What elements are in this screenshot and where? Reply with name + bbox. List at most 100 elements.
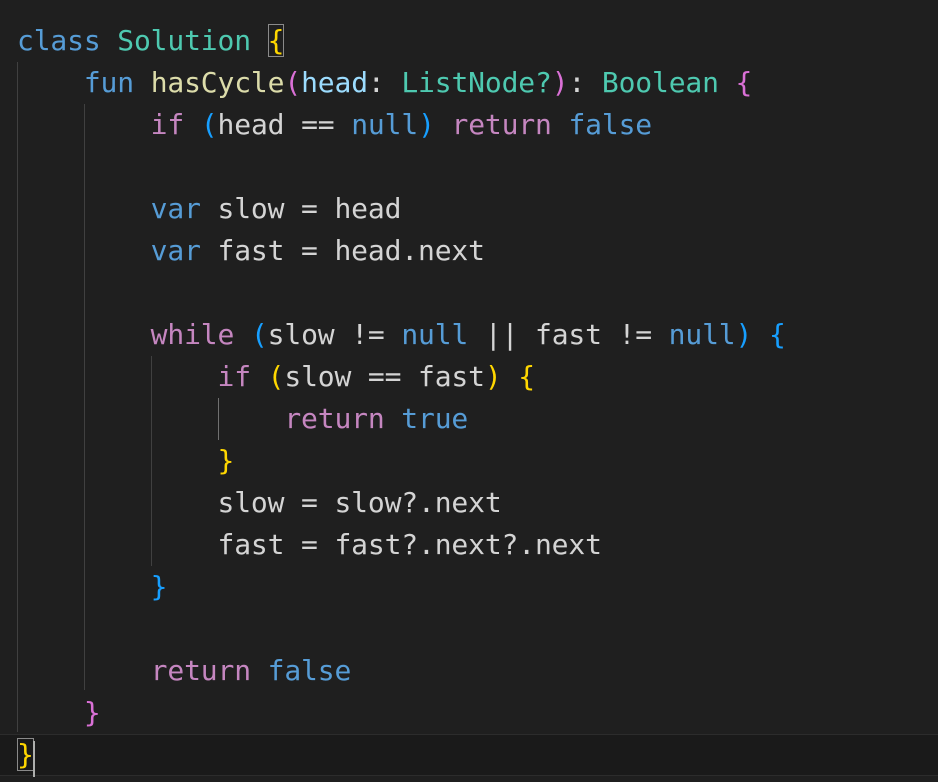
code-line-13[interactable]: fast = fast?.next?.next — [0, 524, 938, 566]
code-token: true — [401, 402, 469, 435]
code-token: null — [668, 318, 736, 351]
code-token: head — [301, 66, 368, 99]
code-token: ( — [250, 318, 268, 351]
matched-bracket: } — [17, 738, 34, 771]
code-line-text: while (slow != null || fast != null) { — [17, 314, 786, 356]
code-token: return — [284, 402, 385, 435]
code-token: fast = head.next — [200, 234, 485, 267]
code-line-7[interactable] — [0, 272, 938, 314]
code-token: } — [150, 570, 168, 603]
code-line-1[interactable]: class Solution { — [0, 20, 938, 62]
code-token: { — [735, 66, 753, 99]
code-line-12[interactable]: slow = slow?.next — [0, 482, 938, 524]
matched-bracket: { — [267, 24, 285, 57]
code-line-text: } — [17, 440, 235, 482]
code-line-8[interactable]: while (slow != null || fast != null) { — [0, 314, 938, 356]
code-line-text: var fast = head.next — [17, 230, 485, 272]
code-line-text: } — [17, 566, 168, 608]
code-line-text: fast = fast?.next?.next — [17, 524, 602, 566]
code-token: return — [150, 654, 251, 687]
code-line-text: fun hasCycle(head: ListNode?): Boolean { — [17, 62, 753, 104]
code-line-2[interactable]: fun hasCycle(head: ListNode?): Boolean { — [0, 62, 938, 104]
code-line-text: if (slow == fast) { — [17, 356, 536, 398]
code-line-3[interactable]: if (head == null) return false — [0, 104, 938, 146]
code-token: slow = head — [200, 192, 402, 225]
code-line-18[interactable]: } — [0, 734, 938, 776]
code-token: while — [150, 318, 235, 351]
code-line-text: return false — [17, 650, 352, 692]
code-token: ( — [284, 66, 302, 99]
code-token: false — [267, 654, 352, 687]
code-line-9[interactable]: if (slow == fast) { — [0, 356, 938, 398]
code-token: var — [150, 234, 201, 267]
code-token: || fast != — [468, 318, 669, 351]
code-line-text: } — [17, 735, 34, 775]
code-line-text: if (head == null) return false — [17, 104, 652, 146]
code-token: ) — [418, 108, 435, 141]
code-token: ) — [551, 66, 569, 99]
code-token: Solution — [117, 24, 251, 57]
code-line-text: return true — [17, 398, 468, 440]
code-token: ListNode? — [401, 66, 552, 99]
code-token: } — [83, 696, 101, 729]
code-line-text: } — [17, 692, 101, 734]
code-token: { — [768, 318, 786, 351]
code-token: slow != — [267, 318, 402, 351]
code-token: ( — [200, 108, 218, 141]
code-token: class — [17, 24, 101, 57]
code-line-15[interactable] — [0, 608, 938, 650]
code-token: return — [451, 108, 552, 141]
code-token: if — [150, 108, 185, 141]
code-line-17[interactable]: } — [0, 692, 938, 734]
code-token: Boolean — [601, 66, 719, 99]
code-token: ) — [735, 318, 753, 351]
code-line-16[interactable]: return false — [0, 650, 938, 692]
code-token: { — [518, 360, 536, 393]
code-token: hasCycle — [150, 66, 285, 99]
code-line-4[interactable] — [0, 146, 938, 188]
code-token: fun — [83, 66, 134, 99]
code-line-text: class Solution { — [17, 20, 285, 62]
code-line-11[interactable]: } — [0, 440, 938, 482]
code-token: fast = fast?.next?.next — [217, 528, 602, 561]
code-line-10[interactable]: return true — [0, 398, 938, 440]
code-token: ( — [267, 360, 285, 393]
code-line-14[interactable]: } — [0, 566, 938, 608]
code-token: false — [568, 108, 653, 141]
code-token: ) — [484, 360, 502, 393]
code-token: slow = slow?.next — [217, 486, 502, 519]
code-token: if — [217, 360, 252, 393]
code-token: slow == fast — [284, 360, 485, 393]
code-editor[interactable]: class Solution { fun hasCycle(head: List… — [0, 0, 938, 782]
code-token: : — [367, 66, 402, 99]
code-line-6[interactable]: var fast = head.next — [0, 230, 938, 272]
text-cursor — [33, 741, 35, 777]
code-line-text: var slow = head — [17, 188, 402, 230]
code-token: } — [217, 444, 235, 477]
code-line-5[interactable]: var slow = head — [0, 188, 938, 230]
